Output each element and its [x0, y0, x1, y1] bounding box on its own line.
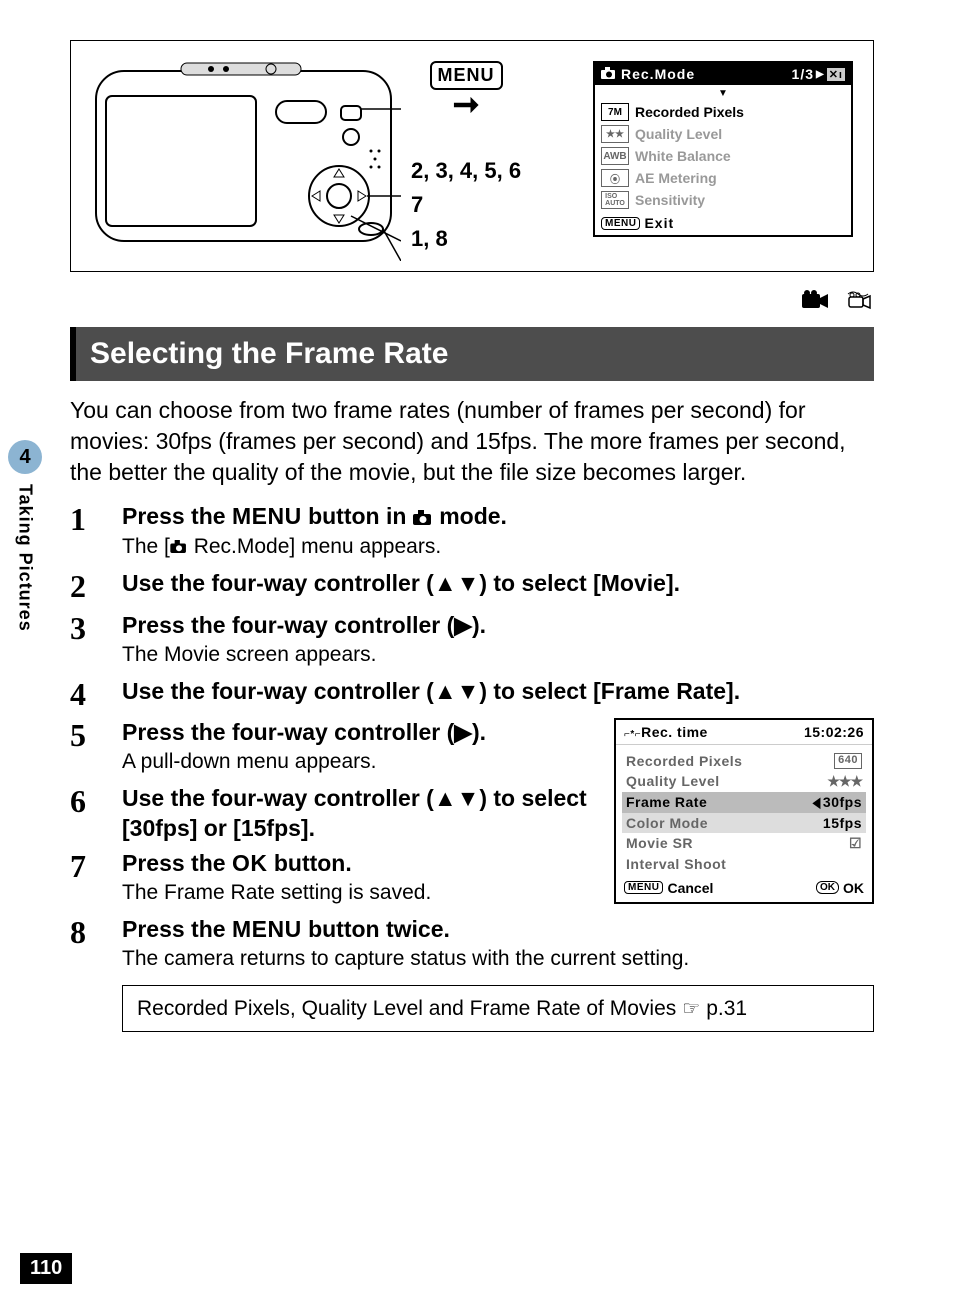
- step-6: 6 Use the four-way controller (▲▼) to se…: [70, 784, 594, 844]
- lcd-label: Quality Level: [635, 126, 722, 142]
- menu-badge-icon: MENU: [624, 881, 663, 894]
- camera-back-illustration: [91, 61, 401, 261]
- lcd2-row-frame-rate: Frame Rate ◀30fps: [622, 792, 866, 813]
- step-8: 8 Press the MENU button twice. The camer…: [70, 915, 874, 975]
- lcd-icon-metering: ⦿: [601, 169, 629, 187]
- step-1: 1 Press the MENU button in mode. The [ R…: [70, 502, 874, 563]
- arrow-right-icon: ➞: [453, 88, 480, 120]
- chapter-number-badge: 4: [8, 440, 42, 474]
- applicable-mode-icons: [70, 288, 874, 319]
- step-title: Use the four-way controller (▲▼) to sele…: [122, 569, 874, 599]
- section-heading: Selecting the Frame Rate: [70, 327, 874, 381]
- intro-paragraph: You can choose from two frame rates (num…: [70, 395, 874, 488]
- value-box: 640: [834, 753, 862, 769]
- camera-icon: [601, 66, 617, 82]
- step-description: The [ Rec.Mode] menu appears.: [122, 535, 874, 559]
- pointer-hand-icon: ☞: [682, 996, 700, 1021]
- ref-page: p.31: [706, 997, 747, 1021]
- underwater-movie-mode-icon: [846, 288, 874, 319]
- step-title: Press the MENU button twice.: [122, 915, 874, 945]
- lcd-rec-mode-menu: Rec.Mode 1/3 ▶ ✕ı ▼ 7M Recorded Pixels ★…: [593, 61, 853, 237]
- lcd-icon-7m: 7M: [601, 103, 629, 121]
- callout-line-3: 1, 8: [411, 226, 521, 252]
- camera-callout-labels: MENU ➞ 2, 3, 4, 5, 6 7 1, 8: [411, 61, 521, 252]
- step-description: A pull-down menu appears.: [122, 750, 594, 774]
- lcd-icon-stars: ★★: [601, 125, 629, 143]
- lcd-row-sensitivity: ISOAUTO Sensitivity: [601, 189, 845, 211]
- step-number: 4: [70, 677, 104, 712]
- steps-with-lcd: 5 Press the four-way controller (▶). A p…: [70, 718, 874, 916]
- step-2: 2 Use the four-way controller (▲▼) to se…: [70, 569, 874, 604]
- lcd2-row-quality-level: Quality Level ★★★: [626, 771, 862, 792]
- camera-icon: [413, 503, 433, 533]
- checkbox-icon: ☑: [849, 835, 862, 852]
- movie-mode-icon: [802, 288, 830, 319]
- lcd-label: AE Metering: [635, 170, 717, 186]
- chapter-label: Taking Pictures: [15, 484, 36, 632]
- lcd2-row-interval-shoot: Interval Shoot: [626, 854, 862, 874]
- manual-page: 4 Taking Pictures 110: [0, 0, 954, 1314]
- rec-time-value: 15:02:26: [804, 724, 864, 740]
- play-triangle-icon: ▶: [816, 69, 825, 80]
- step-title: Use the four-way controller (▲▼) to sele…: [122, 677, 874, 707]
- lcd2-row-color-mode: Color Mode 15fps: [622, 813, 866, 833]
- step-number: 8: [70, 915, 104, 975]
- step-description: The camera returns to capture status wit…: [122, 947, 874, 971]
- step-number: 1: [70, 502, 104, 563]
- top-figure-box: MENU ➞ 2, 3, 4, 5, 6 7 1, 8 Rec.Mode 1/3: [70, 40, 874, 272]
- step-number: 6: [70, 784, 104, 844]
- callout-line-2: 7: [411, 192, 521, 218]
- step-4: 4 Use the four-way controller (▲▼) to se…: [70, 677, 874, 712]
- step-title: Press the MENU button in mode.: [122, 502, 874, 533]
- wrench-icon: ✕ı: [827, 68, 845, 81]
- page-number: 110: [20, 1253, 72, 1284]
- step-5: 5 Press the four-way controller (▶). A p…: [70, 718, 594, 778]
- lcd2-row-movie-sr: Movie SR ☑: [626, 833, 862, 854]
- left-triangle-icon: ◀: [812, 794, 820, 811]
- menu-badge-icon: MENU: [601, 217, 640, 230]
- step-description: The Frame Rate setting is saved.: [122, 881, 594, 905]
- lcd-footer: MENU Exit: [595, 211, 851, 235]
- lcd-page-indicator: 1/3: [792, 66, 814, 82]
- side-tab: 4 Taking Pictures: [0, 440, 50, 632]
- lcd-row-recorded-pixels: 7M Recorded Pixels: [601, 101, 845, 123]
- lcd2-row-recorded-pixels: Recorded Pixels 640: [626, 751, 862, 771]
- lcd-label: Sensitivity: [635, 192, 705, 208]
- camera-icon: [170, 535, 188, 559]
- lcd2-body: Recorded Pixels 640 Quality Level ★★★ Fr…: [616, 745, 872, 876]
- lcd-row-ae-metering: ⦿ AE Metering: [601, 167, 845, 189]
- scroll-down-icon: ▼: [601, 89, 845, 99]
- step-number: 7: [70, 849, 104, 909]
- lcd-body: ▼ 7M Recorded Pixels ★★ Quality Level AW…: [595, 85, 851, 211]
- lcd-icon-iso-auto: ISOAUTO: [601, 191, 629, 209]
- lcd-label: Recorded Pixels: [635, 104, 744, 120]
- steps-list: 1 Press the MENU button in mode. The [ R…: [70, 502, 874, 975]
- lcd-header: Rec.Mode 1/3 ▶ ✕ı: [595, 63, 851, 85]
- step-number: 5: [70, 718, 104, 778]
- lcd2-footer: MENU Cancel OK OK: [616, 876, 872, 902]
- lcd-row-white-balance: AWB White Balance: [601, 145, 845, 167]
- lcd-title: Rec.Mode: [621, 66, 695, 82]
- step-description: The Movie screen appears.: [122, 643, 874, 667]
- step-title: Press the four-way controller (▶).: [122, 611, 874, 641]
- camera-illustration-side: MENU ➞ 2, 3, 4, 5, 6 7 1, 8: [91, 61, 573, 261]
- step-title: Press the four-way controller (▶).: [122, 718, 594, 748]
- step-3: 3 Press the four-way controller (▶). The…: [70, 611, 874, 671]
- step-title: Use the four-way controller (▲▼) to sele…: [122, 784, 594, 844]
- cross-reference-box: Recorded Pixels, Quality Level and Frame…: [122, 985, 874, 1032]
- ok-badge-icon: OK: [816, 881, 839, 894]
- step-number: 3: [70, 611, 104, 671]
- lcd-icon-awb: AWB: [601, 147, 629, 165]
- lcd-movie-settings: ⌐*⌐Rec. time 15:02:26 Recorded Pixels 64…: [614, 718, 874, 904]
- lcd2-header: ⌐*⌐Rec. time 15:02:26: [616, 720, 872, 745]
- step-7: 7 Press the OK button. The Frame Rate se…: [70, 849, 594, 909]
- step-number: 2: [70, 569, 104, 604]
- lcd-footer-label: Exit: [644, 215, 674, 231]
- step-title: Press the OK button.: [122, 849, 594, 879]
- ref-text: Recorded Pixels, Quality Level and Frame…: [137, 997, 676, 1021]
- lcd-label: White Balance: [635, 148, 731, 164]
- lcd-row-quality-level: ★★ Quality Level: [601, 123, 845, 145]
- callout-line-1: 2, 3, 4, 5, 6: [411, 158, 521, 184]
